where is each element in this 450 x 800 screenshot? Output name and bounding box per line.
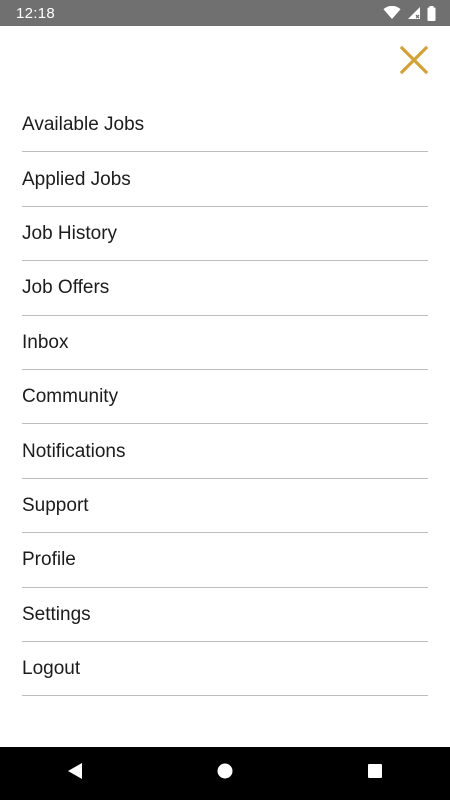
recents-icon bbox=[366, 762, 384, 785]
back-button[interactable] bbox=[55, 754, 95, 794]
menu-item-label: Applied Jobs bbox=[22, 168, 131, 190]
close-icon bbox=[399, 45, 429, 80]
menu-item-settings[interactable]: Settings bbox=[22, 588, 428, 642]
menu-item-applied-jobs[interactable]: Applied Jobs bbox=[22, 152, 428, 207]
home-icon bbox=[216, 762, 234, 785]
menu-item-profile[interactable]: Profile bbox=[22, 533, 428, 588]
navigation-bar bbox=[0, 747, 450, 800]
menu-item-available-jobs[interactable]: Available Jobs bbox=[22, 98, 428, 153]
menu-item-label: Available Jobs bbox=[22, 114, 145, 136]
menu-item-label: Profile bbox=[22, 549, 76, 571]
menu-item-label: Notifications bbox=[22, 440, 126, 462]
wifi-icon bbox=[383, 6, 401, 20]
recents-button[interactable] bbox=[355, 754, 395, 794]
menu-item-label: Community bbox=[22, 386, 119, 408]
menu-item-label: Settings bbox=[22, 603, 91, 625]
menu-item-support[interactable]: Support bbox=[22, 479, 428, 534]
menu-item-label: Job Offers bbox=[22, 277, 110, 299]
menu-item-label: Job History bbox=[22, 222, 118, 244]
menu-item-label: Logout bbox=[22, 658, 81, 680]
menu-item-notifications[interactable]: Notifications bbox=[22, 424, 428, 479]
battery-icon bbox=[427, 5, 436, 21]
menu-item-job-history[interactable]: Job History bbox=[22, 207, 428, 262]
back-icon bbox=[66, 762, 84, 785]
close-button[interactable] bbox=[396, 44, 432, 80]
cellular-signal-icon bbox=[407, 6, 421, 20]
status-time: 12:18 bbox=[16, 4, 56, 22]
menu-item-job-offers[interactable]: Job Offers bbox=[22, 261, 428, 316]
menu-item-label: Support bbox=[22, 494, 89, 516]
menu-item-inbox[interactable]: Inbox bbox=[22, 316, 428, 370]
menu-list: Available Jobs Applied Jobs Job History … bbox=[22, 98, 428, 697]
menu-item-community[interactable]: Community bbox=[22, 370, 428, 425]
status-bar: 12:18 bbox=[0, 0, 450, 26]
menu-item-label: Inbox bbox=[22, 331, 69, 353]
home-button[interactable] bbox=[205, 754, 245, 794]
status-icons bbox=[383, 5, 436, 21]
menu-item-logout[interactable]: Logout bbox=[22, 642, 428, 697]
